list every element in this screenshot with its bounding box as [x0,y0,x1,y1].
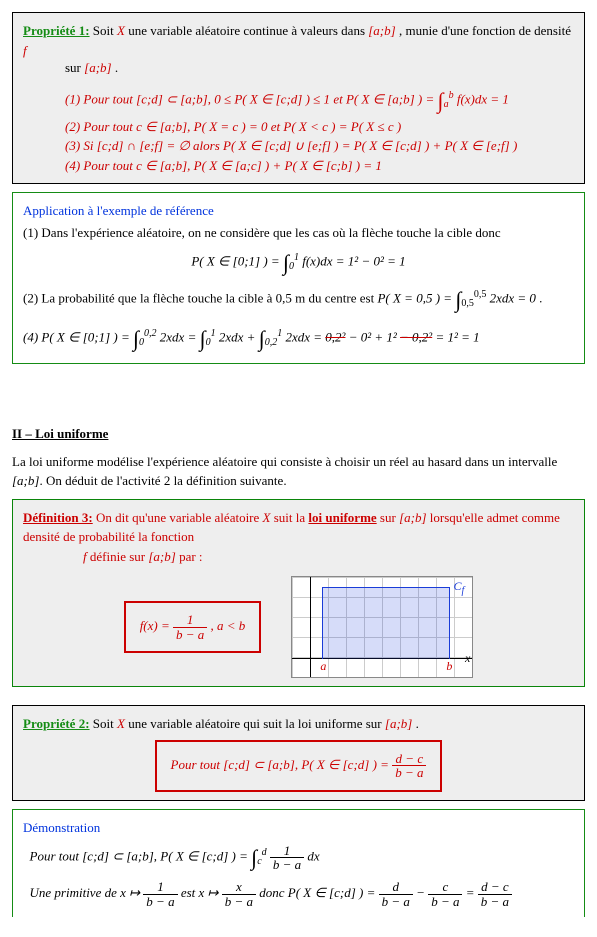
application-formula-1: P( X ∈ [0;1] ) = ∫01 f(x)dx = 1² − 0² = … [23,246,574,279]
property-1-line-1: (1) Pour tout [c;d] ⊂ [a;b], 0 ≤ P( X ∈ … [23,84,574,117]
demonstration-line-2: Une primitive de x ↦ 1b − a est x ↦ xb −… [23,880,574,908]
section-2-heading: II – Loi uniforme [12,424,585,444]
application-line-2: (2) La probabilité que la flèche touche … [23,283,574,316]
property-1-line-2: (2) Pour tout c ∈ [a;b], P( X = c ) = 0 … [23,117,574,137]
property-1-box: Propriété 1: Soit X une variable aléatoi… [12,12,585,184]
application-box: Application à l'exemple de référence (1)… [12,192,585,364]
property-1-line-4: (4) Pour tout c ∈ [a;b], P( X ∈ [a;c] ) … [23,156,574,176]
definition-3-formula: f(x) = 1b − a , a < b [124,601,262,653]
demonstration-box: Démonstration Pour tout [c;d] ⊂ [a;b], P… [12,809,585,917]
definition-3-text: Définition 3: On dit qu'une variable alé… [23,508,574,567]
property-1-line-3: (3) Si [c;d] ∩ [e;f] = ∅ alors P( X ∈ [c… [23,136,574,156]
property-1-intro: Propriété 1: Soit X une variable aléatoi… [23,21,574,78]
demonstration-title: Démonstration [23,818,574,838]
property-2-box: Propriété 2: Soit X une variable aléatoi… [12,705,585,801]
definition-3-box: Définition 3: On dit qu'une variable alé… [12,499,585,688]
application-line-1: (1) Dans l'expérience aléatoire, on ne c… [23,223,574,243]
application-line-4: (4) P( X ∈ [0;1] ) = ∫00,2 2xdx = ∫01 2x… [23,322,574,355]
application-title: Application à l'exemple de référence [23,201,574,221]
property-2-formula: Pour tout [c;d] ⊂ [a;b], P( X ∈ [c;d] ) … [155,740,443,792]
uniform-distribution-chart: a b Cf x [291,576,473,678]
property-1-title: Propriété 1: [23,23,90,38]
property-2-text: Propriété 2: Soit X une variable aléatoi… [23,714,574,734]
demonstration-line-1: Pour tout [c;d] ⊂ [a;b], P( X ∈ [c;d] ) … [23,841,574,874]
section-2-paragraph: La loi uniforme modélise l'expérience al… [12,452,585,491]
